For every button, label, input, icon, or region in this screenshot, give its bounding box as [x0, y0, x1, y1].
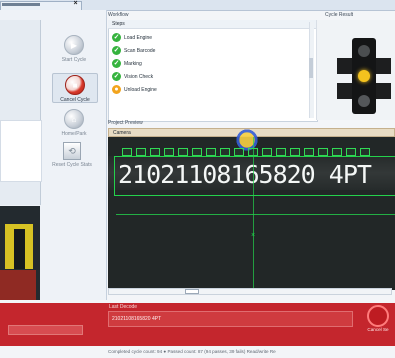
last-decode-value: 21021108165820 4PT: [112, 316, 162, 322]
red-light-icon: [358, 45, 370, 57]
cancel-label[interactable]: Cancel Se: [358, 327, 395, 335]
workflow-title: Workflow: [108, 12, 129, 18]
thumbnail-red-part: [0, 270, 36, 300]
stop-icon: ■: [65, 75, 85, 95]
workflow-step-vision-check[interactable]: ✓ Vision Check: [112, 71, 232, 82]
check-icon: ✓: [112, 72, 121, 81]
reset-icon: ⟲: [63, 142, 81, 160]
reset-cycle-stats-button[interactable]: ⟲ Reset Cycle Stats: [50, 140, 94, 168]
roi-bottom-line: [114, 195, 395, 196]
cancel-cycle-button[interactable]: ■ Cancel Cycle: [52, 73, 98, 103]
left-white-panel: [0, 120, 42, 182]
preview-horizontal-scrollbar[interactable]: [108, 288, 392, 295]
center-x-icon: ×: [251, 232, 256, 239]
workflow-step-marking[interactable]: ✓ Marking: [112, 58, 232, 69]
check-icon: ✓: [112, 46, 121, 55]
yellow-light-icon: [358, 70, 370, 82]
center-line: [253, 137, 254, 290]
workflow-step-load-engine[interactable]: ✓ Load Engine: [112, 32, 232, 43]
decoded-serial-text: 21021108165820 4PT: [118, 160, 372, 189]
workflow-step-scan-barcode[interactable]: ✓ Scan Barcode: [112, 45, 232, 56]
pending-icon: ●: [112, 85, 121, 94]
green-light-icon: [358, 95, 370, 107]
check-icon: ✓: [112, 59, 121, 68]
project-preview-title: Project Preview: [108, 120, 143, 126]
left-status-field: [8, 325, 83, 335]
steps-header: Steps: [108, 20, 316, 29]
cancel-icon[interactable]: [367, 305, 389, 327]
preview-scroll-thumb[interactable]: [185, 289, 199, 294]
home-park-button[interactable]: ⌂ Home/Park: [52, 108, 96, 137]
roi-top-line: [114, 156, 395, 157]
check-icon: ✓: [112, 33, 121, 42]
cycle-result-title: Cycle Result: [325, 12, 354, 18]
tab-indicator: [2, 3, 40, 6]
alignment-line: [116, 214, 395, 215]
start-cycle-button[interactable]: ▶ Start Cycle: [52, 34, 96, 63]
close-icon[interactable]: ×: [72, 0, 79, 8]
workflow-scroll-thumb[interactable]: [309, 58, 313, 78]
thumbnail-dark-part: [14, 229, 25, 269]
home-icon: ⌂: [64, 109, 84, 129]
play-icon: ▶: [64, 35, 84, 55]
roi-left-line: [114, 156, 115, 196]
status-bar: Completed cycle count: 94 ● Passed count…: [108, 349, 276, 354]
workflow-step-unload-engine[interactable]: ● Unload Engine: [112, 84, 232, 95]
